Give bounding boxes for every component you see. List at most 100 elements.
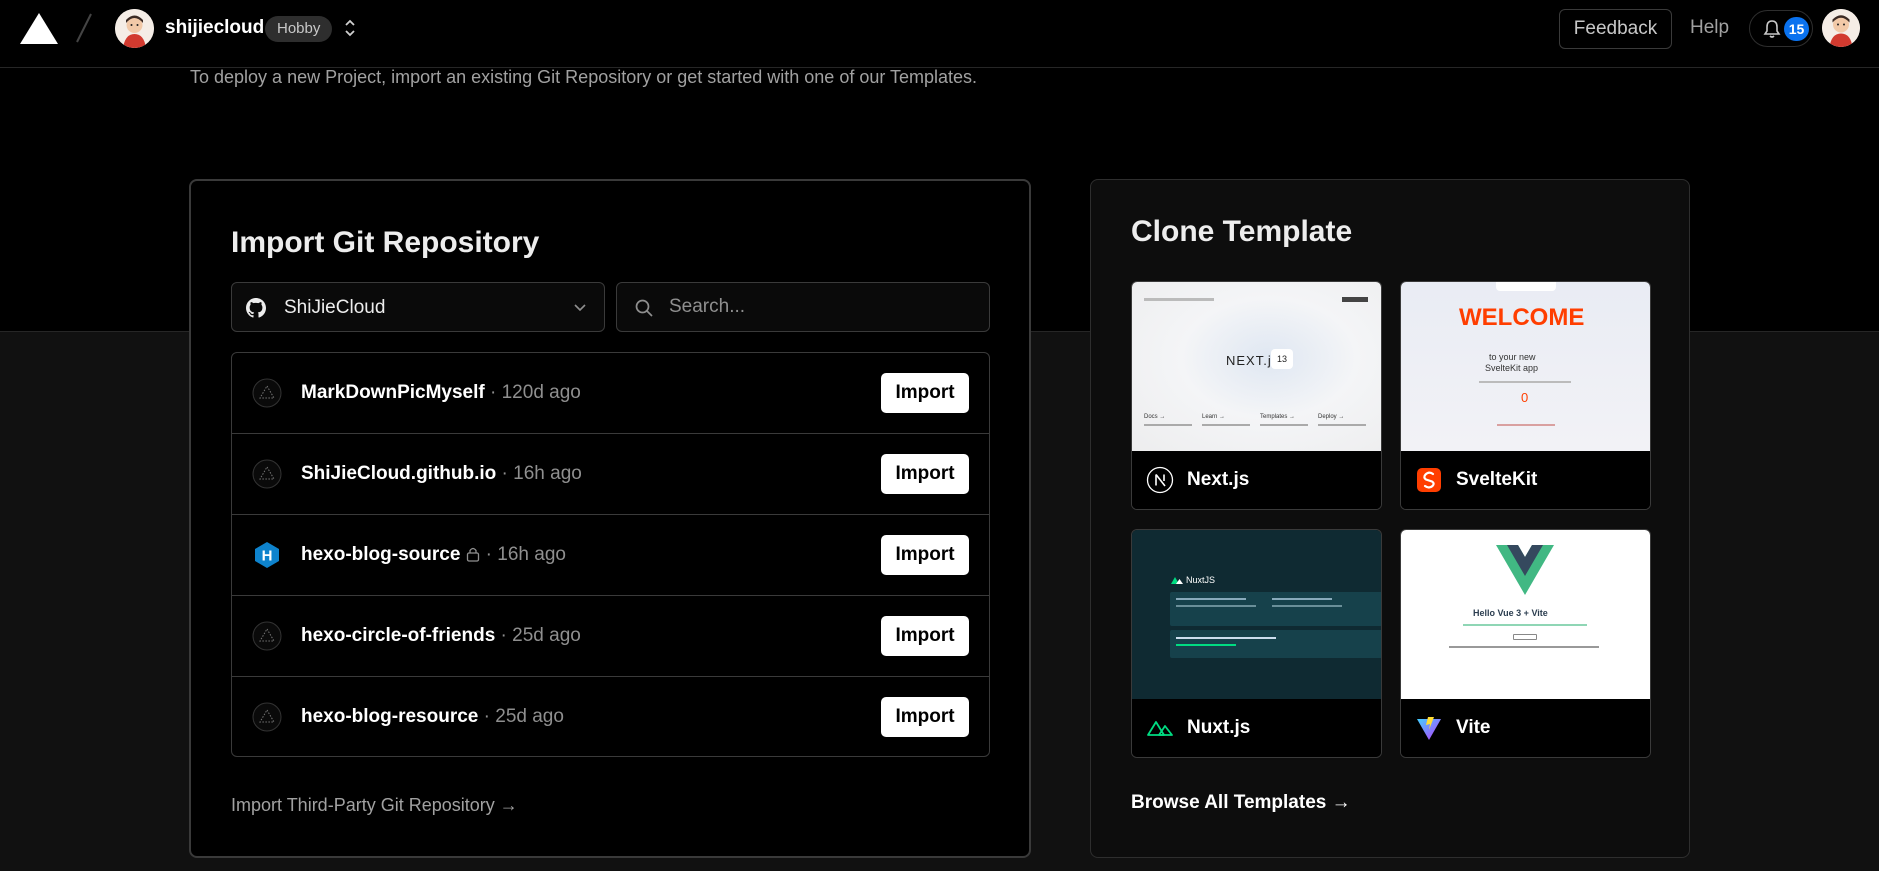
repository-name[interactable]: hexo-circle-of-friends: [301, 625, 495, 646]
user-avatar[interactable]: [1822, 9, 1860, 47]
template-sveltekit[interactable]: WELCOME to your new SvelteKit app 0 Svel…: [1400, 281, 1651, 510]
import-button[interactable]: Import: [881, 373, 969, 413]
repository-row: H hexo-blog-source · 16h ago Import: [232, 515, 989, 596]
repository-search[interactable]: [616, 282, 990, 332]
repository-name[interactable]: ShiJieCloud.github.io: [301, 463, 496, 484]
nextjs-preview-version: 13: [1271, 349, 1293, 369]
intro-text: To deploy a new Project, import an exist…: [190, 67, 978, 87]
preview-bar: [1176, 605, 1256, 607]
template-name: Nuxt.js: [1187, 717, 1251, 738]
nuxt-logo-icon: [1147, 721, 1173, 736]
preview-bar: [1260, 424, 1308, 426]
import-button[interactable]: Import: [881, 616, 969, 656]
team-avatar[interactable]: [115, 9, 154, 48]
selected-account: ShiJieCloud: [284, 297, 386, 318]
team-name[interactable]: shijiecloud: [165, 17, 264, 39]
repository-name[interactable]: MarkDownPicMyself: [301, 382, 485, 403]
breadcrumb-separator-icon: [76, 13, 92, 43]
nextjs-preview: NEXT.js 13 Docs → Learn → Templates → De…: [1132, 282, 1381, 451]
chevron-down-icon: [574, 304, 586, 312]
repository-age: · 25d ago: [478, 706, 564, 727]
preview-bar: [1202, 424, 1250, 426]
import-card-title: Import Git Repository: [231, 226, 540, 259]
sveltekit-preview: WELCOME to your new SvelteKit app 0: [1401, 282, 1650, 451]
browse-all-templates-link[interactable]: Browse All Templates →: [1131, 792, 1351, 814]
vercel-logo-icon[interactable]: [20, 13, 58, 44]
preview-bar: [1449, 646, 1599, 648]
git-account-select[interactable]: ShiJieCloud: [231, 282, 605, 332]
lock-icon: [467, 547, 480, 562]
template-footer: Nuxt.js: [1132, 699, 1381, 757]
vite-preview: Hello Vue 3 + Vite: [1401, 530, 1650, 699]
preview-bar: [1272, 598, 1332, 600]
repository-list: MarkDownPicMyself · 120d ago Import ShiJ…: [231, 352, 990, 757]
template-nextjs[interactable]: NEXT.js 13 Docs → Learn → Templates → De…: [1131, 281, 1382, 510]
github-icon: [246, 298, 266, 318]
chevron-up-down-icon[interactable]: [343, 17, 357, 39]
repository-info: MarkDownPicMyself · 120d ago: [301, 382, 581, 404]
preview-bar: [1318, 424, 1366, 426]
preview-bar: [1496, 282, 1556, 291]
import-git-repository-card: Import Git Repository ShiJieCloud MarkDo…: [189, 179, 1031, 858]
template-footer: Vite: [1401, 699, 1650, 757]
preview-bar: [1176, 637, 1276, 639]
plan-badge: Hobby: [265, 16, 333, 42]
help-link[interactable]: Help: [1690, 17, 1729, 39]
repository-info: hexo-blog-source · 16h ago: [301, 544, 566, 566]
template-card-title: Clone Template: [1131, 215, 1353, 248]
repository-name[interactable]: hexo-blog-resource: [301, 706, 478, 727]
repository-age: · 25d ago: [495, 625, 581, 646]
template-name: Vite: [1456, 717, 1491, 738]
search-input[interactable]: [669, 283, 979, 331]
import-button[interactable]: Import: [881, 454, 969, 494]
preview-bar: [1144, 298, 1214, 301]
nuxtjs-preview: NuxtJS: [1132, 530, 1381, 699]
repository-age: · 16h ago: [480, 544, 566, 565]
repository-name[interactable]: hexo-blog-source: [301, 544, 460, 565]
top-navigation: shijiecloud Hobby Feedback Help 15: [0, 0, 1879, 68]
svelte-logo-icon: [1417, 468, 1441, 492]
nuxtjs-preview-brand: NuxtJS: [1186, 575, 1216, 585]
preview-bar: [1144, 424, 1192, 426]
hexo-logo-icon: H: [255, 542, 279, 568]
repository-info: hexo-circle-of-friends · 25d ago: [301, 625, 581, 647]
vite-preview-heading: Hello Vue 3 + Vite: [1473, 608, 1548, 618]
sveltekit-preview-sub: to your new: [1489, 352, 1536, 362]
nextjs-preview-link: Templates →: [1260, 414, 1296, 420]
feedback-button[interactable]: Feedback: [1559, 9, 1672, 49]
sveltekit-preview-sub: SvelteKit app: [1485, 363, 1539, 373]
nextjs-preview-link: Docs →: [1144, 414, 1166, 420]
notifications-button[interactable]: 15: [1749, 10, 1813, 47]
repository-row: hexo-blog-resource · 25d ago Import: [232, 677, 989, 756]
template-name: SvelteKit: [1456, 469, 1538, 490]
preview-bar: [1342, 297, 1368, 302]
nuxt-preview-logo: [1171, 577, 1183, 584]
vercel-triangle-icon: [252, 459, 282, 489]
template-vite[interactable]: Hello Vue 3 + Vite Vite: [1400, 529, 1651, 758]
svg-text:H: H: [262, 548, 273, 565]
repository-row: hexo-circle-of-friends · 25d ago Import: [232, 596, 989, 677]
repository-info: hexo-blog-resource · 25d ago: [301, 706, 564, 728]
repository-age: · 16h ago: [496, 463, 582, 484]
repository-row: ShiJieCloud.github.io · 16h ago Import: [232, 434, 989, 515]
template-nuxtjs[interactable]: NuxtJS Nuxt.js: [1131, 529, 1382, 758]
preview-bar: [1463, 624, 1587, 626]
sveltekit-preview-counter: 0: [1521, 390, 1529, 405]
import-button[interactable]: Import: [881, 535, 969, 575]
sveltekit-preview-heading: WELCOME: [1459, 304, 1585, 331]
search-icon: [635, 299, 653, 317]
repository-age: · 120d ago: [484, 382, 581, 403]
preview-bar: [1272, 605, 1342, 607]
notification-count-badge: 15: [1784, 17, 1809, 41]
import-third-party-link[interactable]: Import Third-Party Git Repository →: [231, 795, 518, 816]
template-footer: SvelteKit: [1401, 451, 1650, 509]
vercel-triangle-icon: [252, 378, 282, 408]
preview-bar: [1497, 424, 1555, 426]
import-button[interactable]: Import: [881, 697, 969, 737]
vue-logo: [1496, 545, 1554, 595]
template-footer: Next.js: [1132, 451, 1381, 509]
repository-info: ShiJieCloud.github.io · 16h ago: [301, 463, 582, 485]
vercel-triangle-icon: [252, 621, 282, 651]
preview-bar: [1176, 644, 1236, 646]
clone-template-card: Clone Template NEXT.js 13 Docs → Learn →…: [1090, 179, 1690, 858]
